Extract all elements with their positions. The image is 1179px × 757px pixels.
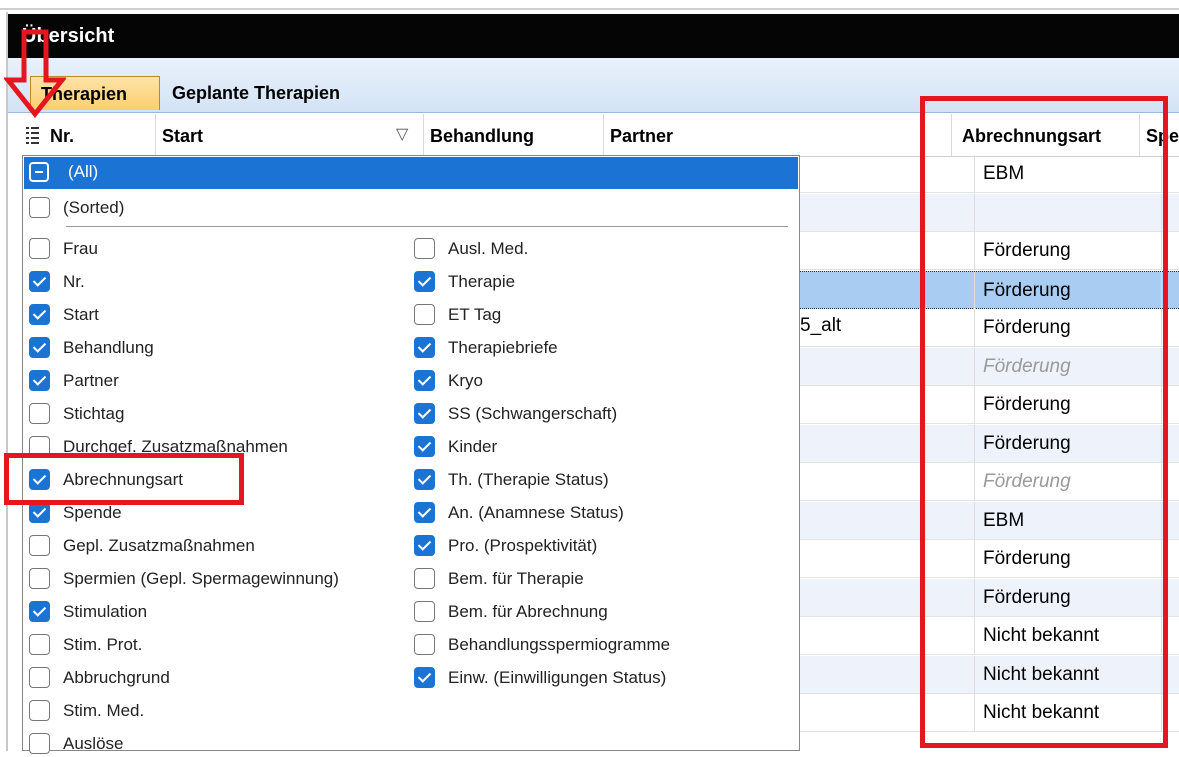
tab-geplante-therapien[interactable]: Geplante Therapien	[162, 76, 382, 110]
checkbox[interactable]	[414, 337, 435, 358]
column-option-label: Auslöse	[63, 734, 124, 753]
column-option-label: Pro. (Prospektivität)	[448, 536, 598, 555]
checkbox[interactable]	[414, 370, 435, 391]
column-option-label: Bem. für Therapie	[448, 569, 584, 588]
column-option-label: ET Tag	[448, 305, 502, 324]
checkbox[interactable]	[414, 238, 435, 259]
column-header-nr[interactable]: Nr.	[22, 114, 156, 156]
column-option-label: Bem. für Abrechnung	[448, 602, 608, 621]
column-option-label: SS (Schwangerschaft)	[448, 404, 618, 423]
checkbox[interactable]	[414, 304, 435, 325]
column-chooser-icon[interactable]	[24, 124, 42, 146]
checkbox[interactable]	[29, 238, 50, 259]
highlight-box-abrechnungsart-option	[4, 453, 244, 505]
checkbox[interactable]	[29, 370, 50, 391]
column-option-label: Behandlung	[63, 338, 154, 357]
checkbox[interactable]	[29, 634, 50, 655]
column-option-label: Partner	[63, 371, 119, 390]
checkbox[interactable]	[414, 568, 435, 589]
column-option-label: Stichtag	[63, 404, 125, 423]
column-option-label: Frau	[63, 239, 98, 258]
checkbox[interactable]	[414, 502, 435, 523]
option-sorted-label: (Sorted)	[63, 198, 125, 217]
option-all[interactable]: (All)	[24, 157, 798, 189]
window-top-edge	[0, 0, 1179, 12]
checkbox[interactable]	[29, 403, 50, 424]
checkbox[interactable]	[414, 469, 435, 490]
column-option-label: Kinder	[448, 437, 498, 456]
column-option-label: Spermien (Gepl. Spermagewinnung)	[63, 569, 339, 588]
checkbox[interactable]	[29, 535, 50, 556]
checkbox[interactable]	[29, 667, 50, 688]
column-option-label: Gepl. Zusatzmaßnahmen	[63, 536, 255, 555]
column-option-label: Stim. Prot.	[63, 635, 143, 654]
column-header-start[interactable]: Start	[156, 114, 424, 156]
column-option-label: Einw. (Einwilligungen Status)	[448, 668, 667, 687]
column-option-label: An. (Anamnese Status)	[448, 503, 624, 522]
checkbox[interactable]	[414, 535, 435, 556]
checkbox[interactable]	[29, 700, 50, 721]
column-option-label: Behandlungsspermiogramme	[448, 635, 671, 654]
checkbox[interactable]	[414, 436, 435, 457]
checkbox[interactable]	[414, 601, 435, 622]
checkbox[interactable]	[29, 568, 50, 589]
partner-cell-fragment: 5_alt	[800, 315, 842, 336]
column-header-behandlung[interactable]: Behandlung	[424, 114, 604, 156]
checkbox[interactable]	[29, 502, 50, 523]
column-option-label: Nr.	[63, 272, 85, 291]
indeterminate-checkbox[interactable]	[29, 162, 49, 182]
checkbox[interactable]	[414, 271, 435, 292]
column-option-label: Th. (Therapie Status)	[448, 470, 609, 489]
column-option-label: Kryo	[448, 371, 483, 390]
column-option-label: Ausl. Med.	[448, 239, 529, 258]
column-option-label: Start	[63, 305, 99, 324]
column-header-partner[interactable]: Partner	[604, 114, 952, 156]
checkbox[interactable]	[29, 601, 50, 622]
column-option-label: Therapie	[448, 272, 516, 291]
highlight-box-abrechnungsart-column	[920, 96, 1168, 748]
divider	[66, 226, 788, 227]
checkbox[interactable]	[414, 634, 435, 655]
column-option-label: Therapiebriefe	[448, 338, 558, 357]
checkbox[interactable]	[29, 271, 50, 292]
checkbox[interactable]	[29, 337, 50, 358]
column-option-label: Stim. Med.	[63, 701, 145, 720]
column-option-label: Stimulation	[63, 602, 148, 621]
checkbox[interactable]	[29, 197, 50, 218]
checkbox[interactable]	[29, 304, 50, 325]
option-all-label: (All)	[68, 162, 99, 181]
checkbox[interactable]	[414, 667, 435, 688]
arrow-down-icon	[4, 29, 66, 118]
column-option-label: Abbruchgrund	[63, 668, 170, 687]
filter-icon[interactable]: ▽	[396, 124, 408, 144]
checkbox[interactable]	[414, 403, 435, 424]
window-left-border	[6, 12, 8, 751]
title-bar: Übersicht	[8, 14, 1179, 58]
